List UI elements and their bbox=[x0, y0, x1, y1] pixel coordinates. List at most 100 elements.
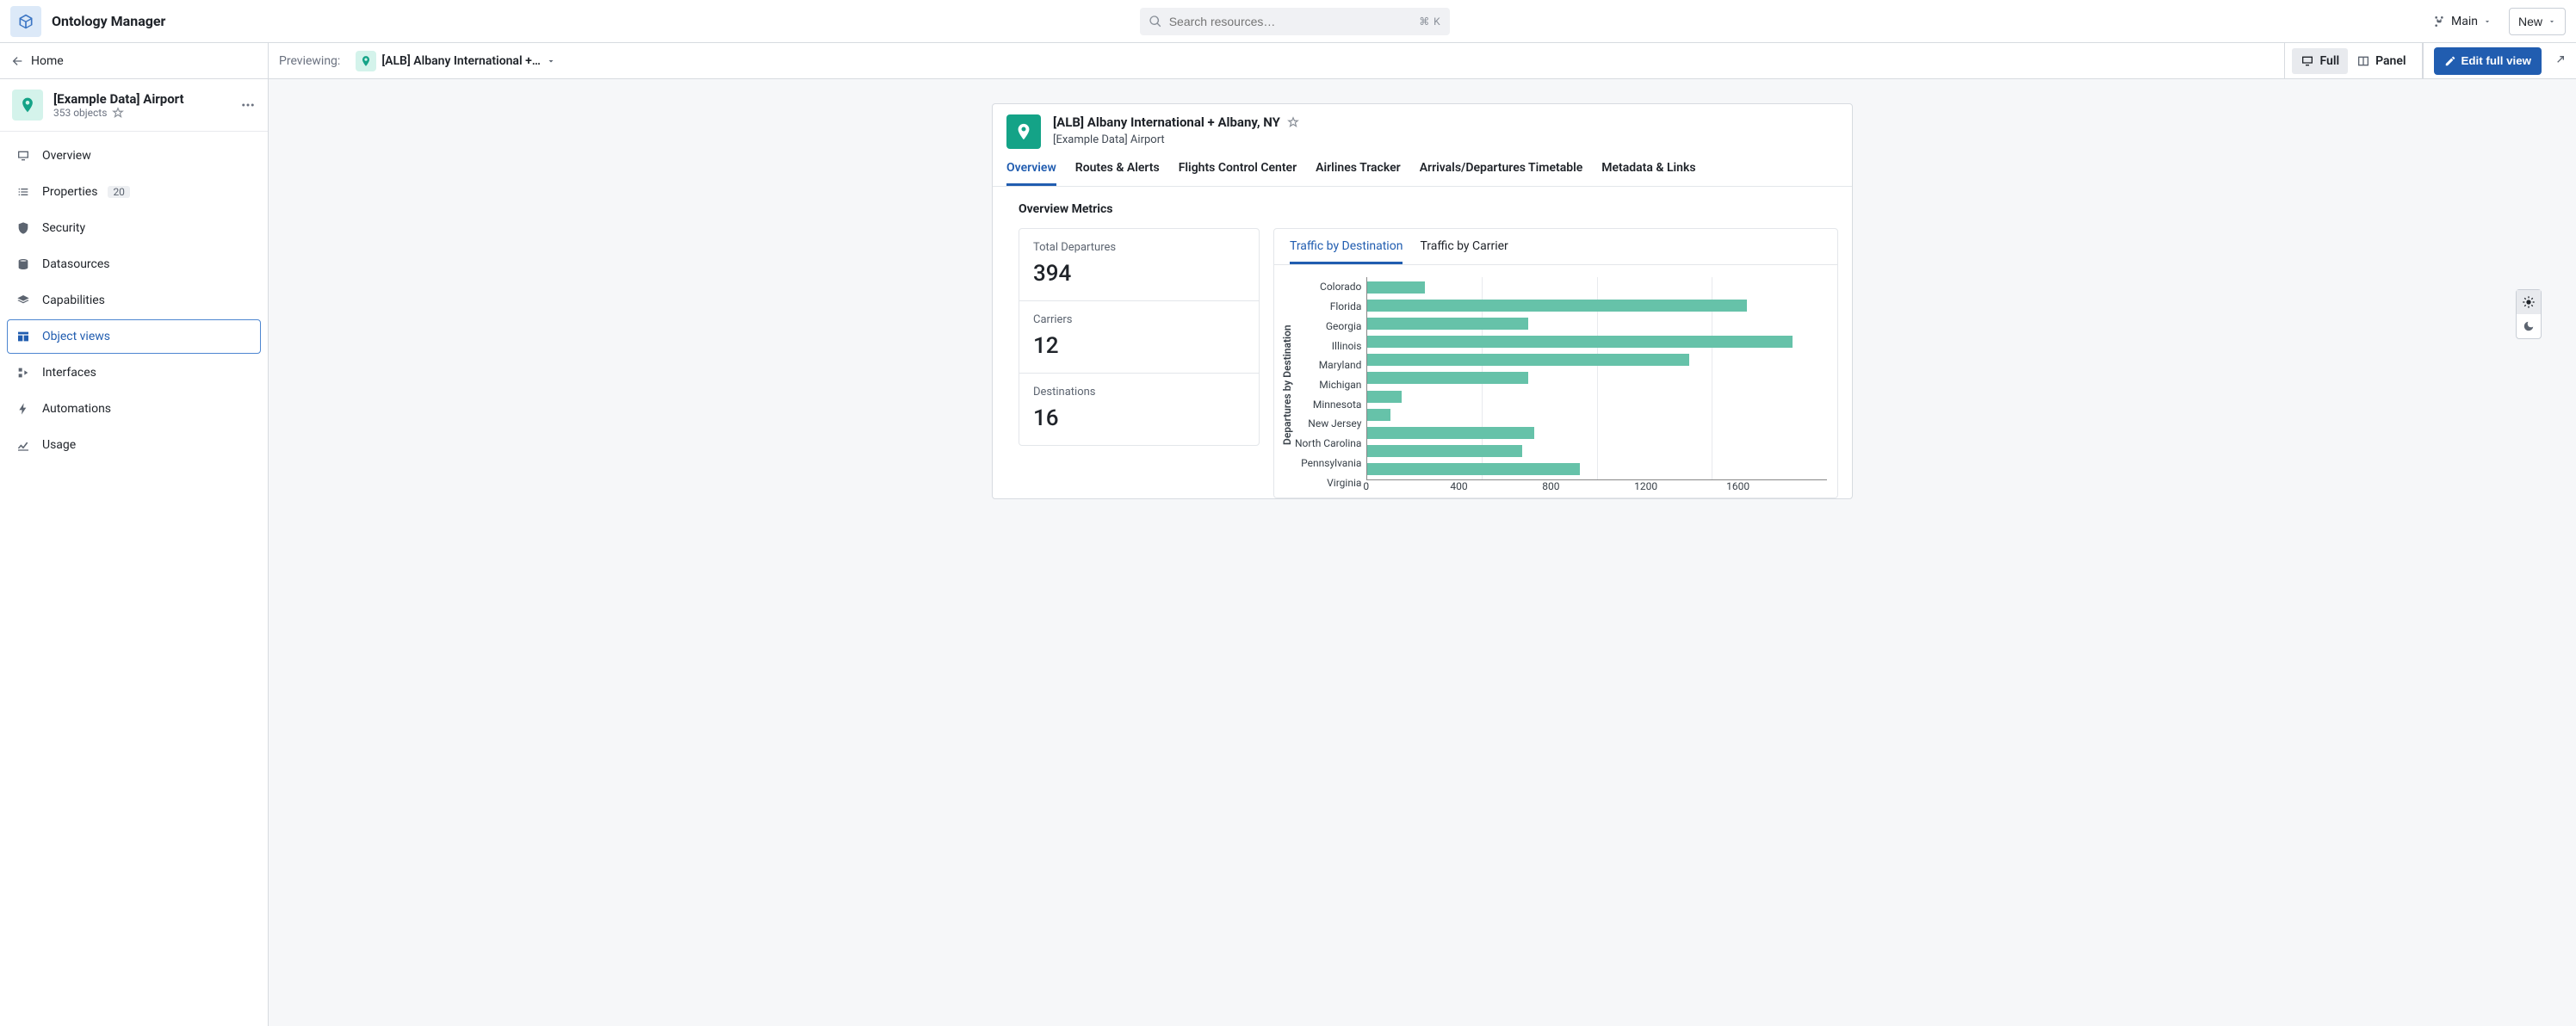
theme-dark-button[interactable] bbox=[2517, 314, 2541, 338]
list-icon bbox=[16, 185, 32, 199]
chart-bar bbox=[1367, 409, 1390, 421]
chart-category-label: Pennsylvania bbox=[1295, 454, 1361, 472]
arrow-left-icon[interactable] bbox=[10, 54, 24, 68]
search-input[interactable] bbox=[1169, 15, 1412, 28]
chart-tab-destination[interactable]: Traffic by Destination bbox=[1290, 239, 1403, 264]
metric-label: Total Departures bbox=[1033, 241, 1245, 254]
theme-light-button[interactable] bbox=[2517, 290, 2541, 314]
view-mode-switch: Full Panel bbox=[2284, 43, 2422, 78]
sidebar-item-datasources[interactable]: Datasources bbox=[7, 247, 261, 281]
chart-category-label: Maryland bbox=[1295, 356, 1361, 374]
sidebar-item-label: Interfaces bbox=[42, 366, 96, 380]
git-branch-icon bbox=[2432, 15, 2446, 28]
sidebar-item-security[interactable]: Security bbox=[7, 211, 261, 245]
sidebar-item-overview[interactable]: Overview bbox=[7, 139, 261, 173]
tab-timetable[interactable]: Arrivals/Departures Timetable bbox=[1420, 161, 1583, 186]
chart-y-axis-title: Departures by Destination bbox=[1279, 277, 1295, 492]
chart-plot bbox=[1366, 277, 1827, 480]
dots-horizontal-icon bbox=[240, 97, 256, 113]
theme-toggle bbox=[2516, 289, 2542, 339]
location-pin-icon bbox=[12, 90, 43, 121]
object-subtitle: 353 objects bbox=[53, 107, 184, 119]
tab-routes-alerts[interactable]: Routes & Alerts bbox=[1075, 161, 1160, 186]
view-mode-panel[interactable]: Panel bbox=[2348, 48, 2414, 74]
location-pin-icon bbox=[1006, 114, 1041, 149]
branch-selector[interactable]: Main bbox=[2424, 8, 2500, 35]
metric-value: 16 bbox=[1033, 405, 1245, 431]
new-button-label: New bbox=[2518, 15, 2542, 28]
sidebar-item-interfaces[interactable]: Interfaces bbox=[7, 355, 261, 390]
section-title: Overview Metrics bbox=[1019, 202, 1838, 216]
sidebar-item-usage[interactable]: Usage bbox=[7, 428, 261, 462]
chart-x-tick: 800 bbox=[1542, 480, 1634, 492]
breadcrumb-home[interactable]: Home bbox=[31, 54, 64, 68]
sidebar-item-label: Automations bbox=[42, 402, 111, 416]
metric-label: Carriers bbox=[1033, 313, 1245, 326]
metric-value: 12 bbox=[1033, 333, 1245, 359]
sidebar-item-capabilities[interactable]: Capabilities bbox=[7, 283, 261, 318]
search-icon bbox=[1149, 15, 1162, 28]
chart-bar bbox=[1367, 391, 1402, 403]
app-logo bbox=[10, 6, 41, 37]
metric-carriers: Carriers 12 bbox=[1019, 301, 1259, 374]
chart-x-tick: 0 bbox=[1363, 480, 1455, 492]
metrics-row: Total Departures 394 Carriers 12 Destina… bbox=[1019, 228, 1838, 498]
edit-icon bbox=[2444, 55, 2456, 67]
breadcrumb-area: Home bbox=[0, 43, 269, 78]
sidebar-item-properties[interactable]: Properties 20 bbox=[7, 175, 261, 209]
topbar-right: Main New bbox=[2424, 8, 2566, 35]
metric-label: Destinations bbox=[1033, 386, 1245, 399]
card-tabs: Overview Routes & Alerts Flights Control… bbox=[993, 149, 1852, 187]
preview-chip[interactable]: [ALB] Albany International +… bbox=[349, 48, 563, 74]
tab-metadata-links[interactable]: Metadata & Links bbox=[1601, 161, 1695, 186]
moon-icon bbox=[2523, 320, 2535, 332]
metric-destinations: Destinations 16 bbox=[1019, 374, 1259, 445]
chevron-down-icon bbox=[2548, 17, 2556, 26]
view-mode-full[interactable]: Full bbox=[2292, 48, 2348, 74]
chart-bar bbox=[1367, 318, 1528, 330]
chart-category-label: Florida bbox=[1295, 298, 1361, 315]
chart-bar bbox=[1367, 463, 1580, 475]
tab-flights-control[interactable]: Flights Control Center bbox=[1179, 161, 1297, 186]
star-outline-icon[interactable] bbox=[112, 107, 124, 119]
sidebar-item-automations[interactable]: Automations bbox=[7, 392, 261, 426]
edit-full-view-label: Edit full view bbox=[2461, 54, 2531, 67]
chart-category-label: Illinois bbox=[1295, 337, 1361, 355]
more-menu-button[interactable] bbox=[240, 97, 256, 113]
new-button[interactable]: New bbox=[2509, 8, 2566, 35]
edit-full-view-button[interactable]: Edit full view bbox=[2434, 47, 2542, 75]
sidebar-item-label: Overview bbox=[42, 149, 91, 163]
open-external-icon[interactable] bbox=[2552, 54, 2566, 68]
search-box[interactable]: ⌘ K bbox=[1140, 8, 1450, 35]
sidebar-item-label: Object views bbox=[42, 330, 110, 343]
chart-x-tick: 1200 bbox=[1634, 480, 1726, 492]
chart-category-label: North Carolina bbox=[1295, 435, 1361, 452]
chart-category-label: Virginia bbox=[1295, 474, 1361, 491]
chart-bar bbox=[1367, 336, 1793, 348]
topbar-center: ⌘ K bbox=[176, 8, 2413, 35]
tab-airlines-tracker[interactable]: Airlines Tracker bbox=[1316, 161, 1401, 186]
chevron-down-icon bbox=[546, 56, 556, 66]
topbar: Ontology Manager ⌘ K Main New bbox=[0, 0, 2576, 43]
tab-overview[interactable]: Overview bbox=[1006, 161, 1056, 186]
chart-tabs: Traffic by Destination Traffic by Carrie… bbox=[1274, 229, 1837, 265]
chart-bars bbox=[1367, 277, 1827, 479]
chevron-down-icon bbox=[2483, 17, 2492, 26]
chart-line-icon bbox=[16, 438, 32, 452]
view-mode-full-label: Full bbox=[2319, 54, 2339, 68]
object-view-card: [ALB] Albany International + Albany, NY … bbox=[992, 103, 1853, 499]
subheader-actions: Edit full view bbox=[2423, 43, 2576, 78]
chart-area: Departures by Destination ColoradoFlorid… bbox=[1274, 265, 1837, 498]
sidebar: [Example Data] Airport 353 objects Overv… bbox=[0, 79, 269, 1026]
sidebar-item-label: Usage bbox=[42, 438, 76, 452]
card-body: Overview Metrics Total Departures 394 Ca… bbox=[993, 187, 1852, 498]
sidebar-item-count: 20 bbox=[108, 186, 130, 198]
chart-tab-carrier[interactable]: Traffic by Carrier bbox=[1420, 239, 1508, 264]
chart-bar bbox=[1367, 445, 1522, 457]
sidebar-item-object-views[interactable]: Object views bbox=[7, 319, 261, 354]
star-outline-icon[interactable] bbox=[1287, 116, 1299, 128]
subheader: Home Previewing: [ALB] Albany Internatio… bbox=[0, 43, 2576, 79]
view-mode-panel-label: Panel bbox=[2375, 54, 2406, 68]
card-subtitle: [Example Data] Airport bbox=[1053, 133, 1299, 146]
metric-value: 394 bbox=[1033, 261, 1245, 287]
